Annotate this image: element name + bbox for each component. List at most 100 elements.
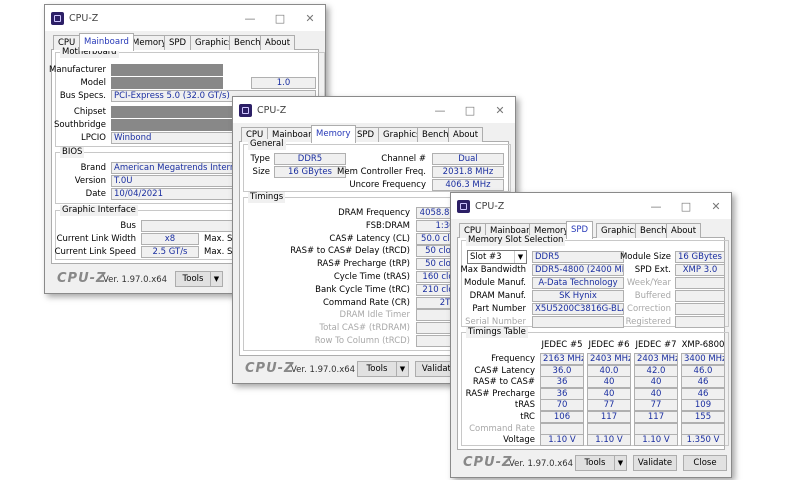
tab-memory[interactable]: Memory — [311, 125, 356, 143]
timings-cell: 40 — [634, 387, 678, 400]
slot-select[interactable]: Slot #3 ▼ — [467, 250, 527, 264]
correction-label: Correction — [627, 304, 671, 314]
timings-row-label: tRC — [520, 412, 535, 422]
timings-column-header: XMP-6800 — [681, 340, 725, 350]
link-width-label: Current Link Width — [56, 234, 136, 244]
close-button[interactable]: Close — [683, 455, 727, 471]
timings-cell: 36 — [540, 387, 584, 400]
timing-label: Bank Cycle Time (tRC) — [315, 284, 410, 295]
timings-cell: 40 — [634, 376, 678, 389]
timings-row-label: Voltage — [503, 435, 535, 446]
module-size-label: Module Size — [619, 252, 671, 262]
correction-value — [675, 303, 725, 315]
timing-label: CAS# Latency (CL) — [329, 233, 410, 244]
timings-cell: 46 — [681, 376, 725, 389]
window-title: CPU-Z — [257, 104, 287, 116]
timings-row-label: RAS# to CAS# — [472, 377, 535, 388]
minimize-icon[interactable]: — — [235, 5, 265, 31]
southbridge-value — [111, 119, 236, 131]
link-speed-value: 2.5 GT/s — [141, 246, 199, 258]
link-width-value: x8 — [141, 233, 199, 245]
timings-cell — [540, 422, 584, 435]
timings-column-header: JEDEC #6 — [588, 340, 630, 350]
tools-dropdown[interactable]: Tools ▼ — [357, 361, 409, 377]
window-title: CPU-Z — [69, 12, 99, 24]
timings-cell: 40 — [587, 376, 631, 389]
maximize-icon[interactable]: □ — [265, 5, 295, 31]
minimize-icon[interactable]: — — [425, 97, 455, 123]
timings-cell: 117 — [587, 411, 631, 423]
validate-button[interactable]: Validate — [633, 455, 677, 471]
spd-panel: Memory Slot Selection Slot #3 ▼ DDR5 Mod… — [457, 235, 729, 450]
timings-cell: 46.0 — [681, 364, 725, 377]
close-icon[interactable]: ✕ — [701, 193, 731, 219]
manufacturer-label: Manufacturer — [49, 65, 106, 75]
timings-cell: 3400 MHz — [681, 353, 725, 365]
size-value: 16 GBytes — [274, 166, 346, 178]
minimize-icon[interactable]: — — [641, 193, 671, 219]
timings-cell: 2403 MHz — [634, 353, 678, 365]
title-bar[interactable]: CPU-Z — □ ✕ — [45, 5, 325, 31]
timings-cell: 1.350 V — [681, 434, 725, 447]
timings-cell: 2403 MHz — [587, 353, 631, 365]
close-icon[interactable]: ✕ — [485, 97, 515, 123]
close-icon[interactable]: ✕ — [295, 5, 325, 31]
chevron-down-icon: ▼ — [210, 272, 222, 286]
timings-cell: 42.0 — [634, 364, 678, 377]
tab-about[interactable]: About — [448, 127, 484, 142]
title-bar[interactable]: CPU-Z — □ ✕ — [451, 193, 731, 219]
model-revision: 1.0 — [251, 77, 316, 89]
chevron-down-icon: ▼ — [396, 362, 408, 376]
lpcio-value: Winbond — [111, 132, 236, 144]
buffered-label: Buffered — [634, 291, 671, 301]
tab-spd[interactable]: SPD — [164, 35, 192, 50]
timings-cell: 40 — [587, 387, 631, 400]
module-size-value: 16 GBytes — [675, 251, 725, 263]
timings-cell: 2163 MHz — [540, 353, 584, 365]
timings-cell: 155 — [681, 411, 725, 423]
timing-label: DRAM Frequency — [338, 208, 410, 218]
lpcio-label: LPCIO — [81, 133, 106, 143]
tools-dropdown[interactable]: Tools ▼ — [575, 455, 627, 471]
timing-label: RAS# to CAS# Delay (tRCD) — [290, 246, 410, 257]
tools-dropdown[interactable]: Tools ▼ — [175, 271, 223, 287]
chipset-label: Chipset — [73, 107, 106, 117]
cpuz-logo: CPU-Z — [245, 361, 295, 376]
timings-row-label: CAS# Latency — [474, 365, 535, 376]
dram-manuf-label: DRAM Manuf. — [469, 291, 526, 301]
uncore-label: Uncore Frequency — [349, 180, 426, 190]
timings-cell: 70 — [540, 399, 584, 412]
timing-label: Total CAS# (tRDRAM) — [319, 323, 410, 334]
maximize-icon[interactable]: □ — [455, 97, 485, 123]
part-number-label: Part Number — [472, 304, 526, 314]
tab-spd[interactable]: SPD — [566, 221, 594, 239]
tab-about[interactable]: About — [260, 35, 296, 50]
serial-number-value — [532, 316, 624, 328]
general-group: General Type DDR5 Size 16 GBytes Channel… — [243, 139, 511, 192]
mem-controller-label: Mem Controller Freq. — [337, 167, 426, 177]
chipset-value — [111, 106, 236, 118]
version-text: Ver. 1.97.0.x64 — [291, 365, 356, 375]
gi-bus-label: Bus — [120, 221, 136, 231]
maximize-icon[interactable]: □ — [671, 193, 701, 219]
timings-row-label: Frequency — [491, 354, 535, 364]
date-label: Date — [85, 189, 106, 199]
timings-cell: 36.0 — [540, 364, 584, 377]
timings-cell: 36 — [540, 376, 584, 389]
timings-cell — [681, 422, 725, 435]
timing-label: RAS# Precharge (tRP) — [316, 259, 410, 270]
link-speed-label: Current Link Speed — [54, 247, 136, 257]
title-bar[interactable]: CPU-Z — □ ✕ — [233, 97, 515, 123]
module-manuf-value: A-Data Technology — [532, 277, 624, 289]
timings-cell: 46 — [681, 387, 725, 400]
timings-cell: 1.10 V — [540, 434, 584, 447]
spd-ext-value: XMP 3.0 — [675, 264, 725, 276]
tab-spd[interactable]: SPD — [352, 127, 380, 142]
cpuz-logo: CPU-Z — [57, 271, 107, 286]
timing-label: Command Rate (CR) — [322, 297, 410, 308]
tab-mainboard[interactable]: Mainboard — [79, 33, 134, 51]
tab-about[interactable]: About — [666, 223, 702, 238]
channel-value: Dual — [432, 153, 504, 165]
timings-cell: 117 — [634, 411, 678, 423]
channel-label: Channel # — [381, 154, 426, 164]
